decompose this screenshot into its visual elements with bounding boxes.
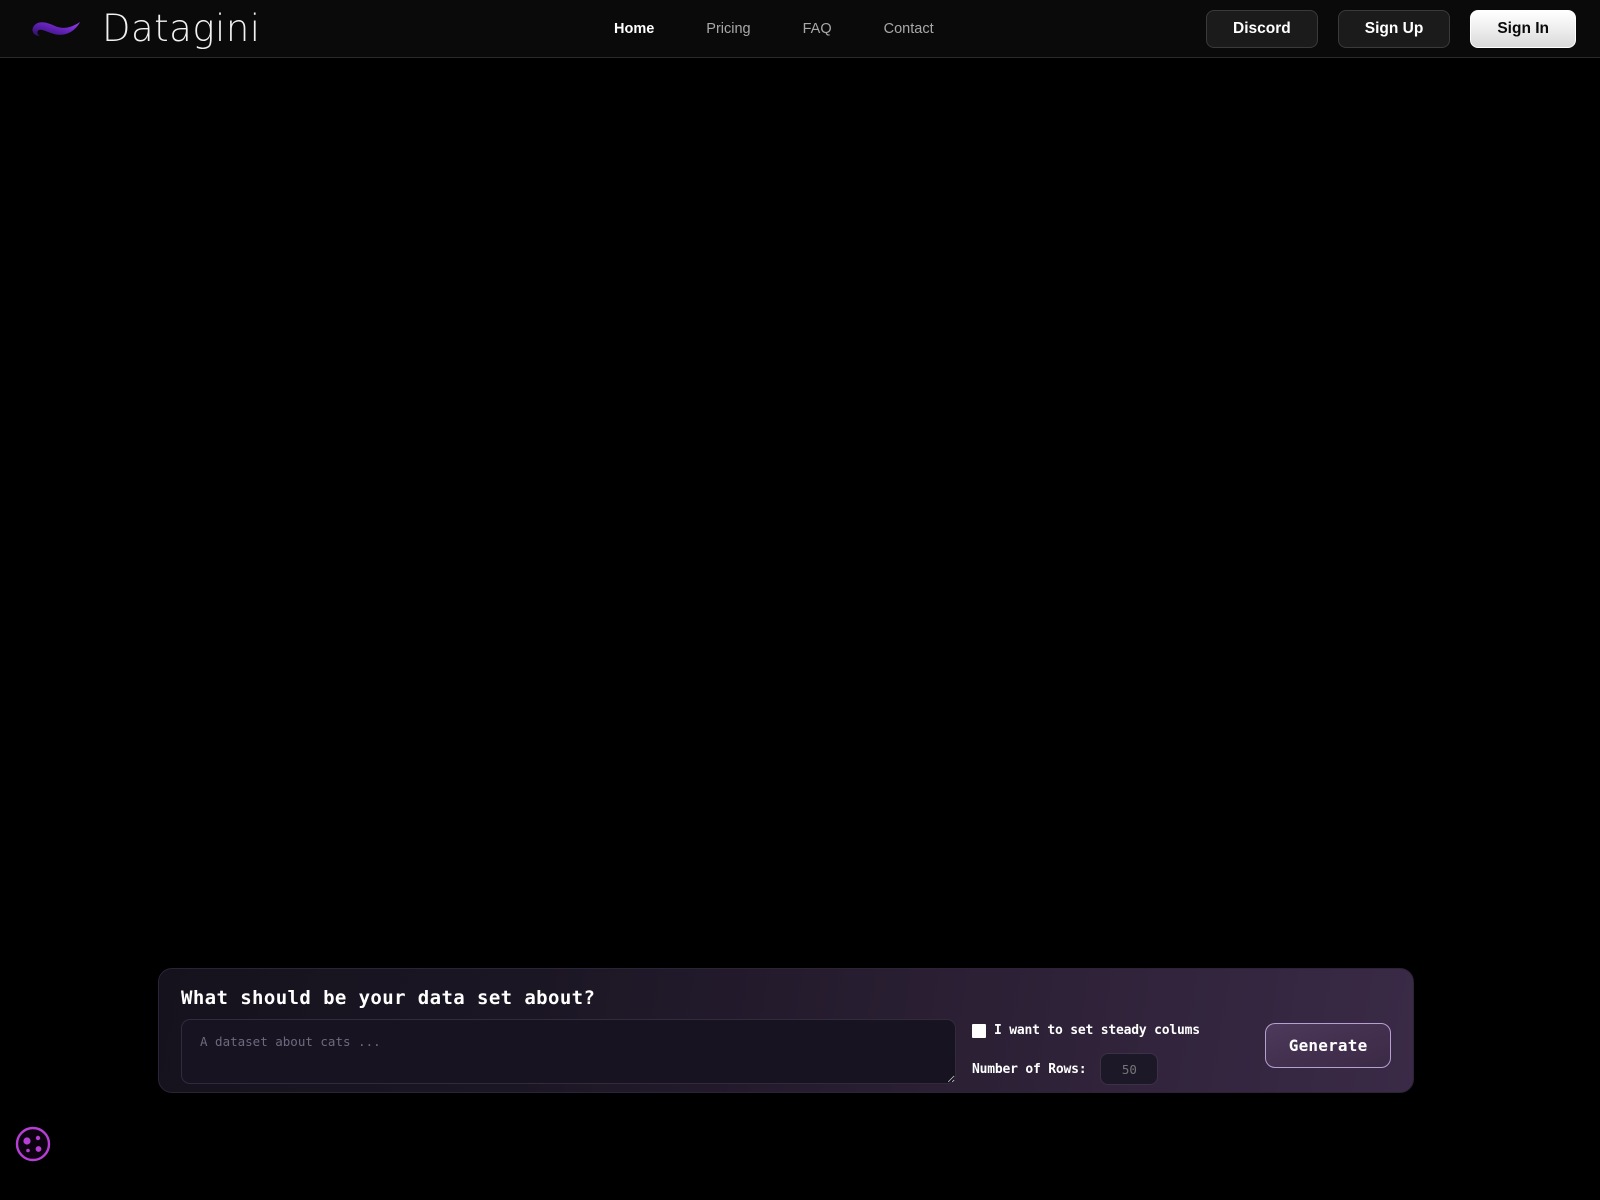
brand-name: Datagini (102, 7, 261, 50)
panel-options: I want to set steady colums Number of Ro… (972, 1019, 1231, 1085)
panel-body: I want to set steady colums Number of Ro… (181, 1019, 1391, 1085)
dataset-prompt-panel: What should be your data set about? I wa… (158, 968, 1414, 1093)
swoosh-logo-icon (32, 21, 80, 36)
number-of-rows-label: Number of Rows: (972, 1061, 1087, 1077)
nav-link-contact[interactable]: Contact (884, 15, 934, 43)
sign-up-button[interactable]: Sign Up (1337, 9, 1451, 48)
dataset-description-input[interactable] (181, 1019, 956, 1084)
top-navigation-bar: Datagini Home Pricing FAQ Contact Discor… (0, 0, 1600, 58)
number-of-rows-row: Number of Rows: (972, 1053, 1231, 1085)
steady-columns-checkbox[interactable] (972, 1023, 986, 1038)
number-of-rows-input[interactable] (1100, 1053, 1159, 1085)
panel-title: What should be your data set about? (181, 987, 596, 1009)
brand-logo-group[interactable]: Datagini (26, 7, 261, 50)
nav-link-home[interactable]: Home (614, 15, 654, 43)
nav-link-pricing[interactable]: Pricing (706, 15, 750, 43)
steady-columns-row: I want to set steady colums (972, 1023, 1231, 1038)
generate-button[interactable]: Generate (1265, 1023, 1391, 1068)
discord-button[interactable]: Discord (1206, 9, 1318, 48)
header-actions: Discord Sign Up Sign In (1206, 9, 1576, 48)
sign-in-button[interactable]: Sign In (1470, 9, 1576, 48)
cookie-icon (15, 1126, 51, 1162)
cookie-settings-button[interactable] (13, 1124, 53, 1164)
steady-columns-label: I want to set steady colums (994, 1023, 1200, 1038)
nav-link-faq[interactable]: FAQ (803, 15, 832, 43)
main-nav: Home Pricing FAQ Contact (614, 15, 934, 43)
